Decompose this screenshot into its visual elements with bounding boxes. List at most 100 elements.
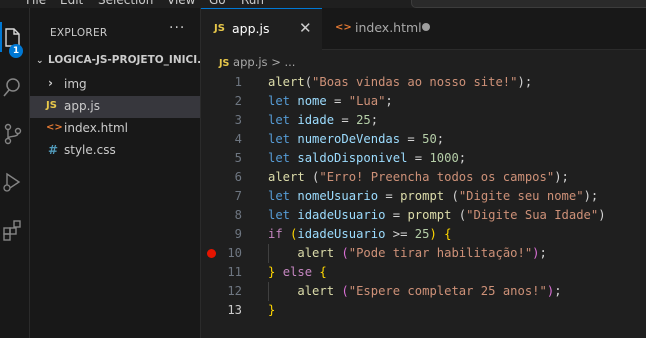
line-number: 13 [227, 303, 242, 317]
code-token: ( [304, 75, 313, 89]
menu-view[interactable]: View [167, 0, 195, 8]
js-file-icon: JS [219, 58, 230, 69]
code-line[interactable]: 1 alert("Boas vindas ao nosso site!"); [201, 73, 646, 92]
code-token: ( [451, 208, 467, 222]
unsaved-dot-icon[interactable] [422, 23, 430, 31]
code-token: ); [554, 170, 569, 184]
tree-item-app-js[interactable]: JS app.js [30, 96, 200, 118]
breadcrumb-separator: > [271, 55, 281, 69]
tree-item-label: img [64, 77, 87, 91]
menu-run[interactable]: Run [241, 0, 264, 8]
code-token: ; [539, 246, 547, 260]
line-number: 7 [234, 189, 242, 203]
breadcrumb-rest[interactable]: ... [285, 55, 296, 69]
line-number: 9 [234, 227, 242, 241]
code-token: else [282, 265, 313, 279]
code-token: nome [297, 94, 327, 108]
menu-file[interactable]: File [26, 0, 46, 8]
more-actions-icon[interactable]: ··· [169, 20, 185, 36]
close-icon[interactable]: ✕ [299, 19, 312, 37]
tree-item-label: style.css [64, 143, 116, 157]
code-token: let [268, 94, 291, 108]
code-token: ( [341, 246, 349, 260]
project-name: LOGICA-JS-PROJETO_INICI... [48, 54, 200, 66]
code-token: >= [385, 227, 415, 241]
code-line[interactable]: 8 let idadeUsuario = prompt ("Digite Sua … [201, 206, 646, 225]
tree-item-style-css[interactable]: # style.css [30, 140, 200, 162]
code-line[interactable]: 13} [201, 301, 646, 320]
line-number: 1 [234, 75, 242, 89]
js-file-icon: JS [46, 100, 57, 111]
code-token: ) [532, 246, 540, 260]
line-number: 6 [234, 170, 242, 184]
code-token: 25 [414, 227, 430, 241]
breadcrumb: JS app.js > ... [219, 55, 295, 69]
code-token: if [268, 227, 283, 241]
code-token: ) [429, 227, 437, 241]
editor-tab-bar: JS app.js ✕ <> index.html [201, 8, 646, 50]
code-line[interactable]: 12 alert ("Espere completar 25 anos!"); [201, 282, 646, 301]
code-token: ( [341, 284, 349, 298]
code-token: = [385, 208, 408, 222]
menu-edit[interactable]: Edit [60, 0, 83, 8]
activity-search[interactable] [0, 70, 30, 104]
code-token: = [407, 151, 430, 165]
code-line[interactable]: 6 alert ("Erro! Preencha todos os campos"… [201, 168, 646, 187]
code-token: "Digite Sua Idade" [466, 208, 599, 222]
code-text: let nome = "Lua"; [268, 92, 393, 111]
code-token: ); [517, 75, 533, 89]
menu-selection[interactable]: Selection [98, 0, 153, 8]
code-line[interactable]: 3 let idade = 25; [201, 111, 646, 130]
html-file-icon: <> [335, 22, 352, 33]
activity-run-debug[interactable] [0, 164, 30, 198]
tab-label: app.js [232, 21, 270, 36]
code-token: = [400, 132, 423, 146]
tree-item-img[interactable]: › img [30, 74, 200, 96]
code-line[interactable]: 11} else { [201, 263, 646, 282]
source-control-icon [4, 123, 22, 145]
code-token: ( [444, 189, 459, 203]
title-bar: File Edit Selection View Go Run ⚲ logic [0, 0, 646, 8]
code-line[interactable]: 9 if (idadeUsuario >= 25) { [201, 225, 646, 244]
project-folder-header[interactable]: ⌄ LOGICA-JS-PROJETO_INICI... [36, 54, 200, 74]
code-token: "Erro! Preencha todos os campos" [319, 170, 555, 184]
code-editor[interactable]: 1 alert("Boas vindas ao nosso site!"); 2 le… [201, 73, 646, 338]
code-token: ; [385, 94, 393, 108]
tree-item-index-html[interactable]: <> index.html [30, 118, 200, 140]
code-line[interactable]: 7 let nomeUsuario = prompt ("Digite seu n… [201, 187, 646, 206]
activity-source-control[interactable] [0, 116, 30, 150]
line-number: 3 [234, 113, 242, 127]
code-token: idade [297, 113, 335, 127]
code-token: let [268, 151, 291, 165]
code-token: alert [297, 246, 335, 260]
css-file-icon: # [48, 143, 59, 157]
code-token: let [268, 208, 291, 222]
code-text: alert ("Pode tirar habilitação!"); [268, 244, 547, 263]
explorer-badge: 1 [9, 44, 23, 58]
code-token: { [319, 265, 327, 279]
code-token: ); [583, 189, 599, 203]
activity-extensions[interactable] [0, 212, 30, 246]
line-number: 4 [234, 132, 242, 146]
code-token: let [268, 113, 291, 127]
js-file-icon: JS [214, 23, 225, 34]
line-number: 8 [234, 208, 242, 222]
code-token: = [334, 113, 357, 127]
line-number: 5 [234, 151, 242, 165]
chevron-down-icon: ⌄ [36, 56, 44, 66]
code-text: let numeroDeVendas = 50; [268, 130, 444, 149]
menu-go[interactable]: Go [209, 0, 226, 8]
code-token: } [268, 303, 276, 317]
explorer-title: EXPLORER [50, 27, 108, 39]
code-line[interactable]: 5 let saldoDisponivel = 1000; [201, 149, 646, 168]
tab-index-html[interactable]: <> index.html [322, 8, 444, 50]
code-line[interactable]: 10 alert ("Pode tirar habilitação!"); [201, 244, 646, 263]
code-line[interactable]: 2 let nome = "Lua"; [201, 92, 646, 111]
tab-app-js[interactable]: JS app.js ✕ [201, 8, 322, 50]
command-center-search[interactable]: ⚲ logic [411, 0, 646, 8]
breadcrumb-file[interactable]: app.js [233, 55, 268, 69]
code-token: ; [370, 113, 379, 127]
code-line[interactable]: 4 let numeroDeVendas = 50; [201, 130, 646, 149]
